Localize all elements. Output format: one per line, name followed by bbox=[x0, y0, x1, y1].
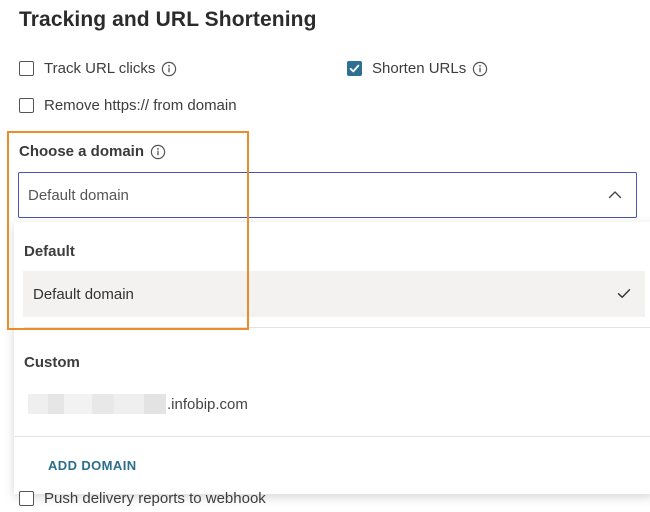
track-url-clicks-option[interactable]: Track URL clicks bbox=[19, 60, 177, 77]
push-delivery-option[interactable]: Push delivery reports to webhook bbox=[19, 490, 266, 507]
info-icon[interactable] bbox=[150, 144, 166, 160]
remove-https-label: Remove https:// from domain bbox=[44, 97, 237, 114]
shorten-urls-option[interactable]: Shorten URLs bbox=[347, 60, 488, 77]
info-icon[interactable] bbox=[472, 61, 488, 77]
option-label: Default domain bbox=[33, 285, 134, 303]
check-icon bbox=[617, 286, 631, 303]
group-heading-default: Default bbox=[24, 243, 75, 260]
domain-field-label: Choose a domain bbox=[19, 143, 166, 160]
push-delivery-label: Push delivery reports to webhook bbox=[44, 490, 266, 507]
option-default-domain[interactable]: Default domain bbox=[23, 271, 645, 317]
option-custom-domain[interactable]: .infobip.com bbox=[28, 394, 248, 414]
push-delivery-checkbox[interactable] bbox=[19, 491, 34, 506]
remove-https-checkbox[interactable] bbox=[19, 98, 34, 113]
track-url-clicks-label: Track URL clicks bbox=[44, 60, 156, 77]
option-label: .infobip.com bbox=[167, 395, 248, 413]
info-icon[interactable] bbox=[161, 61, 177, 77]
group-heading-custom: Custom bbox=[24, 354, 80, 371]
domain-dropdown: Default Default domain Custom .infobip.c… bbox=[14, 222, 650, 494]
domain-select[interactable]: Default domain bbox=[18, 172, 637, 218]
add-domain-button[interactable]: ADD DOMAIN bbox=[48, 458, 137, 473]
divider bbox=[24, 327, 650, 328]
redacted-text bbox=[28, 394, 166, 414]
chevron-up-icon[interactable] bbox=[608, 186, 622, 204]
shorten-urls-label: Shorten URLs bbox=[372, 60, 467, 77]
shorten-urls-checkbox[interactable] bbox=[347, 61, 362, 76]
section-title: Tracking and URL Shortening bbox=[19, 8, 317, 31]
check-icon bbox=[349, 64, 360, 73]
divider bbox=[14, 436, 650, 437]
domain-select-value: Default domain bbox=[28, 186, 129, 204]
remove-https-option[interactable]: Remove https:// from domain bbox=[19, 97, 237, 114]
track-url-clicks-checkbox[interactable] bbox=[19, 61, 34, 76]
